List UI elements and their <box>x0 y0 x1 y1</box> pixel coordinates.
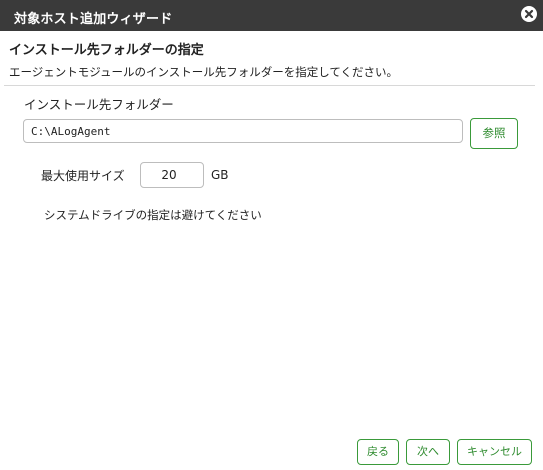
close-icon[interactable] <box>521 6 537 22</box>
max-size-label: 最大使用サイズ <box>41 169 125 183</box>
next-button[interactable]: 次へ <box>406 439 450 465</box>
back-button[interactable]: 戻る <box>357 439 399 465</box>
cancel-button[interactable]: キャンセル <box>457 439 532 465</box>
size-unit-label: GB <box>211 168 229 182</box>
browse-button[interactable]: 参照 <box>470 118 518 149</box>
page-title: インストール先フォルダーの指定 <box>9 43 204 58</box>
title-bar: 対象ホスト追加ウィザード <box>0 0 543 31</box>
divider <box>4 85 535 86</box>
system-drive-note: システムドライブの指定は避けてください <box>44 208 262 222</box>
max-size-input[interactable] <box>140 162 204 188</box>
page-description: エージェントモジュールのインストール先フォルダーを指定してください。 <box>9 65 399 79</box>
install-folder-input[interactable] <box>23 119 463 143</box>
install-folder-label: インストール先フォルダー <box>24 97 174 112</box>
window-title: 対象ホスト追加ウィザード <box>14 12 173 27</box>
